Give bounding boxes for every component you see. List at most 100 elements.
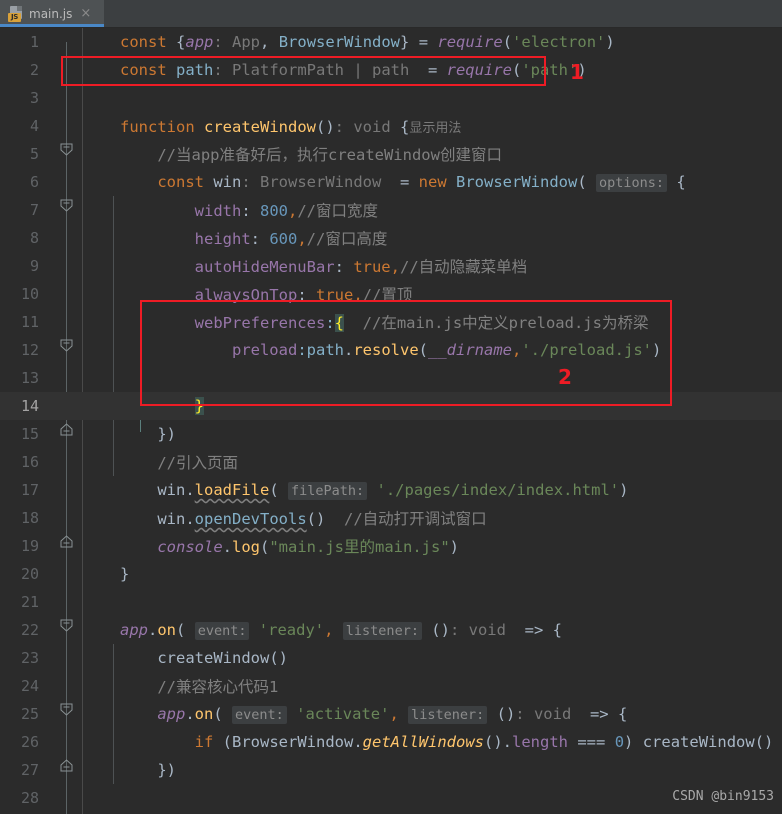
line-number: 21 — [20, 593, 39, 611]
watermark: CSDN @bin9153 — [672, 789, 774, 804]
token-parens: () — [487, 705, 516, 723]
token-object-win: win — [157, 481, 186, 499]
code-text: const win: BrowserWindow = new BrowserWi… — [120, 173, 686, 192]
token-parens: () — [421, 621, 450, 639]
token-operator: === — [568, 733, 615, 751]
code-line[interactable]: 28 — [0, 784, 782, 812]
token-property: autoHideMenuBar — [194, 258, 335, 276]
code-line[interactable]: 3 — [0, 84, 782, 112]
token-class: BrowserWindow — [232, 733, 354, 751]
token-dot: . — [185, 705, 195, 723]
code-line[interactable]: 16 //引入页面 — [0, 448, 782, 476]
code-line[interactable]: 21 — [0, 588, 782, 616]
code-line[interactable]: 12 preload:path.resolve(__dirname,'./pre… — [0, 336, 782, 364]
code-line[interactable]: 4 function createWindow(): void {显示用法 — [0, 112, 782, 140]
token-comment: //引入页面 — [157, 454, 238, 472]
line-number: 10 — [20, 285, 39, 303]
token-method-on: on — [194, 705, 214, 723]
code-text: //引入页面 — [120, 451, 238, 473]
fold-area — [48, 448, 120, 476]
code-line[interactable]: 23 createWindow() — [0, 644, 782, 672]
code-line[interactable]: 10 alwaysOnTop: true,//置顶 — [0, 280, 782, 308]
token-comma: , — [512, 341, 522, 359]
token-require: require — [446, 61, 512, 79]
code-line[interactable]: 27 }) — [0, 756, 782, 784]
code-lens-usage[interactable]: 显示用法 — [409, 121, 461, 136]
annotation-label-2: 2 — [558, 365, 572, 389]
code-line-current[interactable]: 14 } — [0, 392, 782, 420]
code-line[interactable]: 25 app.on( event: 'activate', listener: … — [0, 700, 782, 728]
fold-area — [48, 252, 120, 280]
code-text: const path: PlatformPath | path = requir… — [120, 61, 587, 79]
code-line[interactable]: 11 webPreferences:{ //在main.js中定义preload… — [0, 308, 782, 336]
code-text: console.log("main.js里的main.js") — [120, 535, 459, 557]
code-line[interactable]: 7 width: 800,//窗口宽度 — [0, 196, 782, 224]
js-badge-label: JS — [8, 12, 21, 22]
code-line[interactable]: 19 console.log("main.js里的main.js") — [0, 532, 782, 560]
code-line[interactable]: 8 height: 600,//窗口高度 — [0, 224, 782, 252]
code-line[interactable]: 26 if (BrowserWindow.getAllWindows().len… — [0, 728, 782, 756]
token-paren: ( — [176, 621, 195, 639]
token-property: alwaysOnTop — [194, 286, 298, 304]
close-icon[interactable]: × — [78, 7, 91, 20]
fold-area — [48, 56, 120, 84]
token-string: 'path' — [521, 61, 578, 79]
param-hint-filepath: filePath: — [288, 482, 368, 500]
token-number: 0 — [614, 733, 625, 751]
code-line[interactable]: 5 //当app准备好后，执行createWindow创建窗口 — [0, 140, 782, 168]
line-number: 9 — [29, 257, 39, 275]
token-brace-highlight: } — [194, 397, 204, 415]
param-hint-listener: listener: — [408, 706, 488, 724]
code-line[interactable]: 20 } — [0, 560, 782, 588]
code-line[interactable]: 15 }) — [0, 420, 782, 448]
line-number: 28 — [20, 789, 39, 807]
line-number: 24 — [20, 677, 39, 695]
line-number: 23 — [20, 649, 39, 667]
token-close: }) — [157, 425, 176, 443]
code-line[interactable]: 17 win.loadFile( filePath: './pages/inde… — [0, 476, 782, 504]
fold-area — [48, 224, 120, 252]
token-path-var: path — [176, 61, 214, 79]
code-line[interactable]: 2 const path: PlatformPath | path = requ… — [0, 56, 782, 84]
tab-main-js[interactable]: JS main.js × — [0, 0, 104, 27]
fold-area — [48, 364, 120, 392]
token-paren: ( — [213, 705, 233, 723]
fold-area — [48, 616, 120, 644]
code-editor[interactable]: 1 const {app: App, BrowserWindow} = requ… — [0, 28, 782, 814]
token-colon: : — [297, 286, 316, 304]
line-number: 12 — [20, 341, 39, 359]
fold-area — [48, 784, 120, 812]
token-brace-close: } — [400, 33, 410, 51]
line-number: 18 — [20, 509, 39, 527]
code-text: }) — [120, 425, 176, 443]
token-call-createwindow: createWindow() — [633, 733, 774, 751]
token-keyword: const — [120, 61, 167, 79]
token-browserwindow: BrowserWindow — [278, 33, 401, 51]
type-hint-void: : void — [449, 621, 506, 639]
token-dot: . — [502, 733, 513, 751]
code-text: createWindow() — [120, 649, 288, 667]
code-line[interactable]: 9 autoHideMenuBar: true,//自动隐藏菜单档 — [0, 252, 782, 280]
code-line[interactable]: 24 //兼容核心代码1 — [0, 672, 782, 700]
code-line[interactable]: 6 const win: BrowserWindow = new Browser… — [0, 168, 782, 196]
code-text: autoHideMenuBar: true,//自动隐藏菜单档 — [120, 255, 528, 277]
token-paren: ) — [619, 481, 629, 499]
token-brace-highlight: { — [334, 314, 344, 332]
token-property: preload — [231, 341, 298, 359]
token-parens: () — [484, 733, 503, 751]
code-text: height: 600,//窗口高度 — [120, 227, 388, 249]
token-brace: { — [176, 33, 186, 51]
code-line[interactable]: 1 const {app: App, BrowserWindow} = requ… — [0, 28, 782, 56]
token-app: app — [120, 621, 148, 639]
line-number: 13 — [20, 369, 39, 387]
token-comment: //当app准备好后，执行createWindow创建窗口 — [157, 146, 502, 164]
token-win-var: win — [213, 173, 242, 191]
token-string: 'ready' — [249, 621, 325, 639]
token-paren: ) — [605, 33, 615, 51]
code-line[interactable]: 18 win.openDevTools() //自动打开调试窗口 — [0, 504, 782, 532]
token-require: require — [437, 33, 503, 51]
token-method-loadfile: loadFile — [194, 481, 270, 499]
code-line[interactable]: 13 — [0, 364, 782, 392]
code-line[interactable]: 22 app.on( event: 'ready', listener: ():… — [0, 616, 782, 644]
token-colon: : — [334, 258, 354, 276]
